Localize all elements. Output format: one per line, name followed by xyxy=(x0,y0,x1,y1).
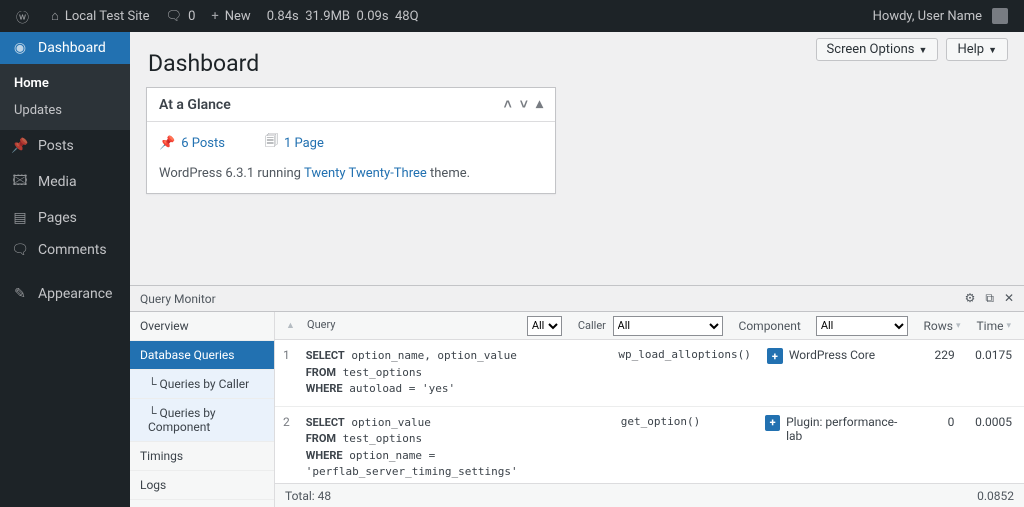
qm-tab-by-component[interactable]: └ Queries by Component xyxy=(130,399,274,442)
query-cell: SELECT option_valueFROM test_optionsWHER… xyxy=(298,415,613,484)
site-link[interactable]: ⌂ Local Test Site xyxy=(43,0,158,32)
menu-pages[interactable]: ▤Pages xyxy=(0,202,130,234)
row-index: 1 xyxy=(275,348,298,398)
menu-dashboard[interactable]: ◉Dashboard xyxy=(0,32,130,64)
row-index: 2 xyxy=(275,415,298,484)
comment-icon: 🗨 xyxy=(166,9,183,24)
wp-logo[interactable]: ⓦ xyxy=(8,0,43,32)
component-filter[interactable]: All xyxy=(816,316,908,336)
caller-cell: wp_load_alloptions() xyxy=(610,348,758,398)
time-cell: 0.0005 xyxy=(962,415,1024,484)
comments-link[interactable]: 🗨0 xyxy=(158,0,204,32)
rows-cell: 229 xyxy=(914,348,962,398)
table-row: 1SELECT option_name, option_valueFROM te… xyxy=(275,340,1024,407)
at-a-glance-box: At a Glance ˄ ˅ ▴ 📌 6 Posts 🗐 1 Page WordP… xyxy=(146,87,556,194)
sort-icon[interactable]: ▾ xyxy=(1006,321,1011,331)
qm-tab-by-caller[interactable]: └ Queries by Caller xyxy=(130,370,274,399)
qm-sidebar: Overview Database Queries └ Queries by C… xyxy=(130,312,275,507)
screen-options-button[interactable]: Screen Options▼ xyxy=(816,38,939,61)
qm-tab-db-queries[interactable]: Database Queries xyxy=(130,341,274,370)
pages-link[interactable]: 1 Page xyxy=(284,136,324,151)
query-cell: SELECT option_name, option_valueFROM tes… xyxy=(298,348,611,398)
page-icon: 🗐 xyxy=(265,132,278,154)
close-icon[interactable]: ✕ xyxy=(1004,291,1014,306)
home-icon: ⌂ xyxy=(51,8,59,24)
new-content[interactable]: +New xyxy=(203,0,258,32)
sort-icon[interactable]: ▾ xyxy=(956,321,961,331)
pin-icon: 📌 xyxy=(159,136,175,151)
qm-total-time: 0.0852 xyxy=(977,489,1014,503)
admin-bar: ⓦ ⌂ Local Test Site 🗨0 +New 0.84s 31.9MB … xyxy=(0,0,1024,32)
theme-link[interactable]: Twenty Twenty-Three xyxy=(304,166,427,181)
menu-media[interactable]: 🖾Media xyxy=(0,162,130,202)
main-content: Screen Options▼ Help▼ Dashboard At a Gla… xyxy=(130,32,1024,507)
qm-total: Total: 48 xyxy=(285,489,331,503)
menu-appearance[interactable]: ✎Appearance xyxy=(0,278,130,310)
qm-tab-timings[interactable]: Timings xyxy=(130,442,274,471)
query-filter[interactable]: All xyxy=(527,316,562,336)
qm-title: Query Monitor xyxy=(140,292,216,306)
qm-tab-request[interactable]: Request xyxy=(130,500,274,507)
qm-tab-logs[interactable]: Logs xyxy=(130,471,274,500)
qm-table-header: ▲ QueryAll Caller All Component All Rows… xyxy=(275,312,1024,340)
expand-button[interactable]: + xyxy=(767,348,783,364)
wp-version-text: WordPress 6.3.1 running Twenty Twenty-Th… xyxy=(159,166,543,181)
component-cell: Plugin: performance-lab xyxy=(786,415,906,443)
caller-filter[interactable]: All xyxy=(613,316,723,336)
table-row: 2SELECT option_valueFROM test_optionsWHE… xyxy=(275,407,1024,484)
query-monitor-panel: Query Monitor ⚙ ⧉ ✕ Overview Database Qu… xyxy=(130,285,1024,507)
admin-menu: ◉Dashboard Home Updates 📌Posts 🖾Media ▤P… xyxy=(0,32,130,507)
popout-icon[interactable]: ⧉ xyxy=(985,291,994,306)
pin-icon: 📌 xyxy=(10,138,30,154)
expand-button[interactable]: + xyxy=(765,415,780,431)
caller-cell: get_option() xyxy=(613,415,757,484)
qm-tab-overview[interactable]: Overview xyxy=(130,312,274,341)
media-icon: 🖾 xyxy=(10,170,30,194)
collapse-icon[interactable]: ▴ xyxy=(536,96,543,113)
chevron-down-icon: ▼ xyxy=(988,46,997,56)
rows-cell: 0 xyxy=(914,415,962,484)
dashboard-icon: ◉ xyxy=(10,40,30,56)
submenu-updates[interactable]: Updates xyxy=(0,97,130,124)
move-down-icon[interactable]: ˅ xyxy=(520,96,528,113)
component-cell: WordPress Core xyxy=(789,348,875,362)
menu-comments[interactable]: 🗨Comments xyxy=(0,234,130,266)
time-cell: 0.0175 xyxy=(963,348,1024,398)
metabox-title: At a Glance xyxy=(159,97,231,113)
submenu-home[interactable]: Home xyxy=(0,70,130,97)
move-up-icon[interactable]: ˄ xyxy=(504,96,512,113)
gear-icon[interactable]: ⚙ xyxy=(965,291,976,306)
posts-link[interactable]: 6 Posts xyxy=(181,136,225,151)
page-icon: ▤ xyxy=(10,210,30,226)
comment-icon: 🗨 xyxy=(10,242,30,258)
menu-posts[interactable]: 📌Posts xyxy=(0,130,130,162)
wordpress-icon: ⓦ xyxy=(16,7,29,26)
avatar xyxy=(992,8,1008,24)
brush-icon: ✎ xyxy=(10,286,30,302)
site-name: Local Test Site xyxy=(65,9,150,24)
help-button[interactable]: Help▼ xyxy=(946,38,1008,61)
qm-timing[interactable]: 0.84s 31.9MB 0.09s 48Q xyxy=(259,0,427,32)
plus-icon: + xyxy=(211,9,218,24)
chevron-down-icon: ▼ xyxy=(919,46,928,56)
sort-icon[interactable]: ▲ xyxy=(286,320,295,331)
my-account[interactable]: Howdy, User Name xyxy=(865,0,1016,32)
